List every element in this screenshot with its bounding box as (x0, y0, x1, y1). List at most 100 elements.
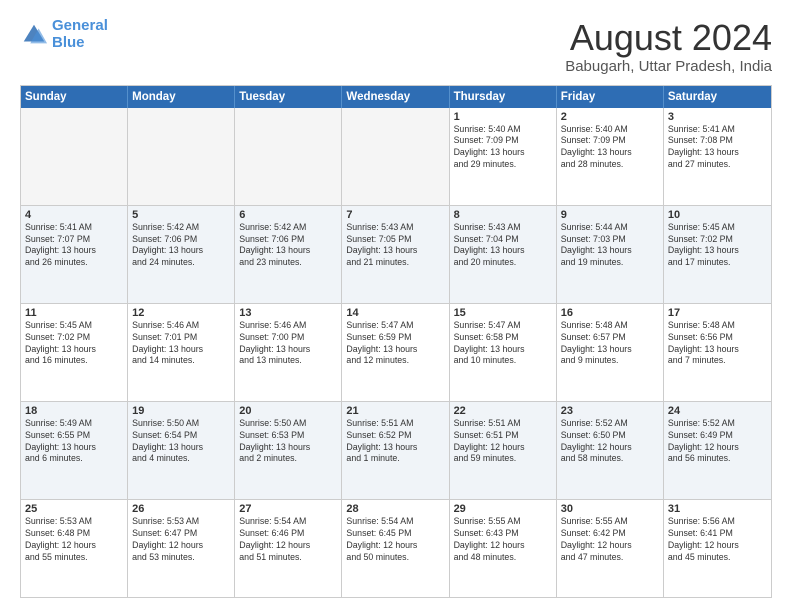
calendar-row-4: 25Sunrise: 5:53 AMSunset: 6:48 PMDayligh… (21, 500, 771, 597)
calendar-cell: 12Sunrise: 5:46 AMSunset: 7:01 PMDayligh… (128, 304, 235, 401)
logo: General Blue (20, 18, 108, 51)
logo-text: General Blue (52, 18, 108, 51)
cell-content: Sunrise: 5:46 AMSunset: 7:00 PMDaylight:… (239, 320, 337, 368)
day-number: 22 (454, 405, 552, 417)
cell-content: Sunrise: 5:42 AMSunset: 7:06 PMDaylight:… (132, 222, 230, 270)
calendar-cell: 15Sunrise: 5:47 AMSunset: 6:58 PMDayligh… (450, 304, 557, 401)
cell-content: Sunrise: 5:55 AMSunset: 6:42 PMDaylight:… (561, 516, 659, 564)
calendar-cell: 3Sunrise: 5:41 AMSunset: 7:08 PMDaylight… (664, 108, 771, 205)
calendar-cell: 7Sunrise: 5:43 AMSunset: 7:05 PMDaylight… (342, 206, 449, 303)
calendar-cell: 16Sunrise: 5:48 AMSunset: 6:57 PMDayligh… (557, 304, 664, 401)
cell-content: Sunrise: 5:56 AMSunset: 6:41 PMDaylight:… (668, 516, 767, 564)
calendar-cell: 28Sunrise: 5:54 AMSunset: 6:45 PMDayligh… (342, 500, 449, 597)
day-number: 18 (25, 405, 123, 417)
day-number: 16 (561, 307, 659, 319)
cell-content: Sunrise: 5:52 AMSunset: 6:50 PMDaylight:… (561, 418, 659, 466)
calendar-cell (128, 108, 235, 205)
day-number: 12 (132, 307, 230, 319)
day-number: 4 (25, 209, 123, 221)
cell-content: Sunrise: 5:55 AMSunset: 6:43 PMDaylight:… (454, 516, 552, 564)
day-number: 2 (561, 111, 659, 123)
page: General Blue August 2024 Babugarh, Uttar… (0, 0, 792, 612)
day-number: 23 (561, 405, 659, 417)
cell-content: Sunrise: 5:54 AMSunset: 6:46 PMDaylight:… (239, 516, 337, 564)
header: General Blue August 2024 Babugarh, Uttar… (20, 18, 772, 75)
calendar-cell: 23Sunrise: 5:52 AMSunset: 6:50 PMDayligh… (557, 402, 664, 499)
calendar-cell: 31Sunrise: 5:56 AMSunset: 6:41 PMDayligh… (664, 500, 771, 597)
cell-content: Sunrise: 5:54 AMSunset: 6:45 PMDaylight:… (346, 516, 444, 564)
calendar-cell: 17Sunrise: 5:48 AMSunset: 6:56 PMDayligh… (664, 304, 771, 401)
day-number: 5 (132, 209, 230, 221)
cell-content: Sunrise: 5:41 AMSunset: 7:08 PMDaylight:… (668, 124, 767, 172)
calendar-cell: 2Sunrise: 5:40 AMSunset: 7:09 PMDaylight… (557, 108, 664, 205)
calendar-cell: 27Sunrise: 5:54 AMSunset: 6:46 PMDayligh… (235, 500, 342, 597)
cell-content: Sunrise: 5:40 AMSunset: 7:09 PMDaylight:… (454, 124, 552, 172)
calendar-cell: 19Sunrise: 5:50 AMSunset: 6:54 PMDayligh… (128, 402, 235, 499)
day-number: 17 (668, 307, 767, 319)
calendar-cell (342, 108, 449, 205)
calendar-cell: 10Sunrise: 5:45 AMSunset: 7:02 PMDayligh… (664, 206, 771, 303)
cell-content: Sunrise: 5:50 AMSunset: 6:53 PMDaylight:… (239, 418, 337, 466)
day-number: 9 (561, 209, 659, 221)
day-number: 7 (346, 209, 444, 221)
calendar-cell: 13Sunrise: 5:46 AMSunset: 7:00 PMDayligh… (235, 304, 342, 401)
cell-content: Sunrise: 5:44 AMSunset: 7:03 PMDaylight:… (561, 222, 659, 270)
calendar-row-3: 18Sunrise: 5:49 AMSunset: 6:55 PMDayligh… (21, 402, 771, 500)
day-number: 8 (454, 209, 552, 221)
day-number: 10 (668, 209, 767, 221)
cell-content: Sunrise: 5:51 AMSunset: 6:52 PMDaylight:… (346, 418, 444, 466)
header-cell-wednesday: Wednesday (342, 86, 449, 108)
day-number: 25 (25, 503, 123, 515)
day-number: 11 (25, 307, 123, 319)
day-number: 3 (668, 111, 767, 123)
header-cell-friday: Friday (557, 86, 664, 108)
cell-content: Sunrise: 5:43 AMSunset: 7:04 PMDaylight:… (454, 222, 552, 270)
day-number: 29 (454, 503, 552, 515)
calendar-row-2: 11Sunrise: 5:45 AMSunset: 7:02 PMDayligh… (21, 304, 771, 402)
calendar-cell (21, 108, 128, 205)
calendar-header: SundayMondayTuesdayWednesdayThursdayFrid… (21, 86, 771, 108)
cell-content: Sunrise: 5:51 AMSunset: 6:51 PMDaylight:… (454, 418, 552, 466)
day-number: 20 (239, 405, 337, 417)
day-number: 13 (239, 307, 337, 319)
day-number: 6 (239, 209, 337, 221)
cell-content: Sunrise: 5:48 AMSunset: 6:57 PMDaylight:… (561, 320, 659, 368)
calendar-row-0: 1Sunrise: 5:40 AMSunset: 7:09 PMDaylight… (21, 108, 771, 206)
cell-content: Sunrise: 5:43 AMSunset: 7:05 PMDaylight:… (346, 222, 444, 270)
calendar-body: 1Sunrise: 5:40 AMSunset: 7:09 PMDaylight… (21, 108, 771, 597)
calendar-cell: 26Sunrise: 5:53 AMSunset: 6:47 PMDayligh… (128, 500, 235, 597)
cell-content: Sunrise: 5:40 AMSunset: 7:09 PMDaylight:… (561, 124, 659, 172)
logo-icon (20, 21, 48, 49)
header-cell-monday: Monday (128, 86, 235, 108)
calendar-row-1: 4Sunrise: 5:41 AMSunset: 7:07 PMDaylight… (21, 206, 771, 304)
cell-content: Sunrise: 5:47 AMSunset: 6:58 PMDaylight:… (454, 320, 552, 368)
calendar-cell: 30Sunrise: 5:55 AMSunset: 6:42 PMDayligh… (557, 500, 664, 597)
cell-content: Sunrise: 5:45 AMSunset: 7:02 PMDaylight:… (668, 222, 767, 270)
cell-content: Sunrise: 5:53 AMSunset: 6:48 PMDaylight:… (25, 516, 123, 564)
cell-content: Sunrise: 5:42 AMSunset: 7:06 PMDaylight:… (239, 222, 337, 270)
day-number: 31 (668, 503, 767, 515)
calendar-cell: 18Sunrise: 5:49 AMSunset: 6:55 PMDayligh… (21, 402, 128, 499)
calendar-cell (235, 108, 342, 205)
calendar-cell: 29Sunrise: 5:55 AMSunset: 6:43 PMDayligh… (450, 500, 557, 597)
calendar-cell: 11Sunrise: 5:45 AMSunset: 7:02 PMDayligh… (21, 304, 128, 401)
calendar-cell: 8Sunrise: 5:43 AMSunset: 7:04 PMDaylight… (450, 206, 557, 303)
day-number: 14 (346, 307, 444, 319)
cell-content: Sunrise: 5:53 AMSunset: 6:47 PMDaylight:… (132, 516, 230, 564)
calendar-cell: 21Sunrise: 5:51 AMSunset: 6:52 PMDayligh… (342, 402, 449, 499)
subtitle: Babugarh, Uttar Pradesh, India (565, 58, 772, 75)
cell-content: Sunrise: 5:48 AMSunset: 6:56 PMDaylight:… (668, 320, 767, 368)
header-cell-sunday: Sunday (21, 86, 128, 108)
calendar-cell: 14Sunrise: 5:47 AMSunset: 6:59 PMDayligh… (342, 304, 449, 401)
day-number: 24 (668, 405, 767, 417)
calendar-cell: 4Sunrise: 5:41 AMSunset: 7:07 PMDaylight… (21, 206, 128, 303)
calendar-cell: 1Sunrise: 5:40 AMSunset: 7:09 PMDaylight… (450, 108, 557, 205)
day-number: 15 (454, 307, 552, 319)
calendar-cell: 25Sunrise: 5:53 AMSunset: 6:48 PMDayligh… (21, 500, 128, 597)
header-cell-saturday: Saturday (664, 86, 771, 108)
cell-content: Sunrise: 5:49 AMSunset: 6:55 PMDaylight:… (25, 418, 123, 466)
day-number: 26 (132, 503, 230, 515)
title-block: August 2024 Babugarh, Uttar Pradesh, Ind… (565, 18, 772, 75)
cell-content: Sunrise: 5:50 AMSunset: 6:54 PMDaylight:… (132, 418, 230, 466)
day-number: 28 (346, 503, 444, 515)
